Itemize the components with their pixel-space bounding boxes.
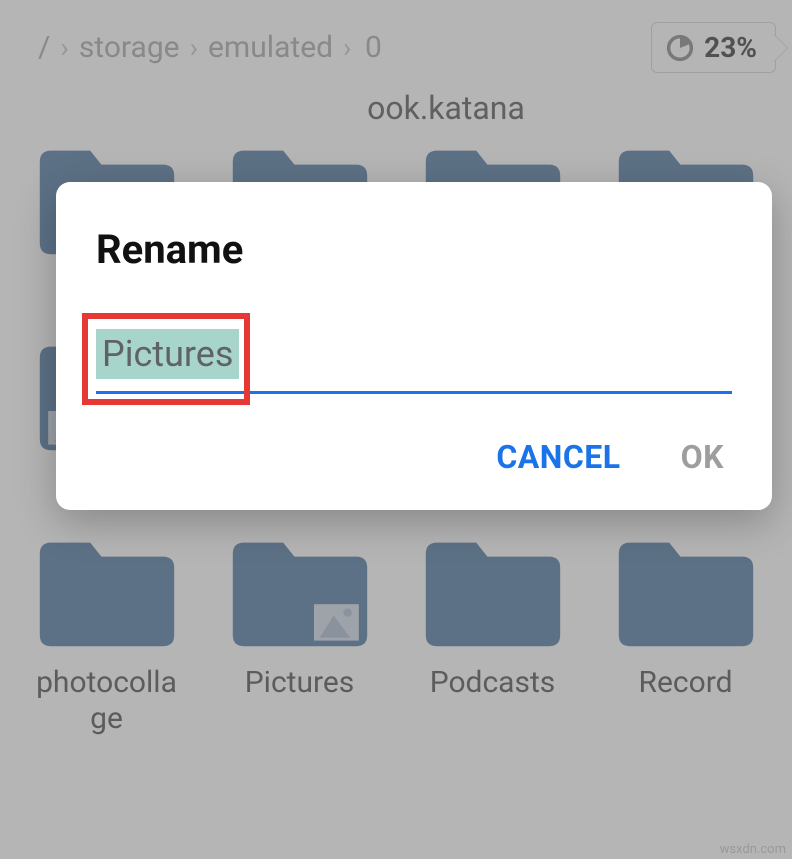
rename-dialog: Rename Pictures CANCEL OK [56, 182, 772, 510]
rename-input-value[interactable]: Pictures [96, 329, 239, 379]
ok-button[interactable]: OK [681, 438, 724, 476]
dialog-title: Rename [96, 226, 732, 273]
rename-input[interactable]: Pictures [96, 329, 732, 394]
file-manager-screen: / › storage › emulated › 0 23% ook.katan… [0, 0, 792, 859]
dialog-actions: CANCEL OK [96, 438, 732, 476]
watermark: wsxdn.com [720, 842, 786, 857]
cancel-button[interactable]: CANCEL [496, 438, 620, 476]
